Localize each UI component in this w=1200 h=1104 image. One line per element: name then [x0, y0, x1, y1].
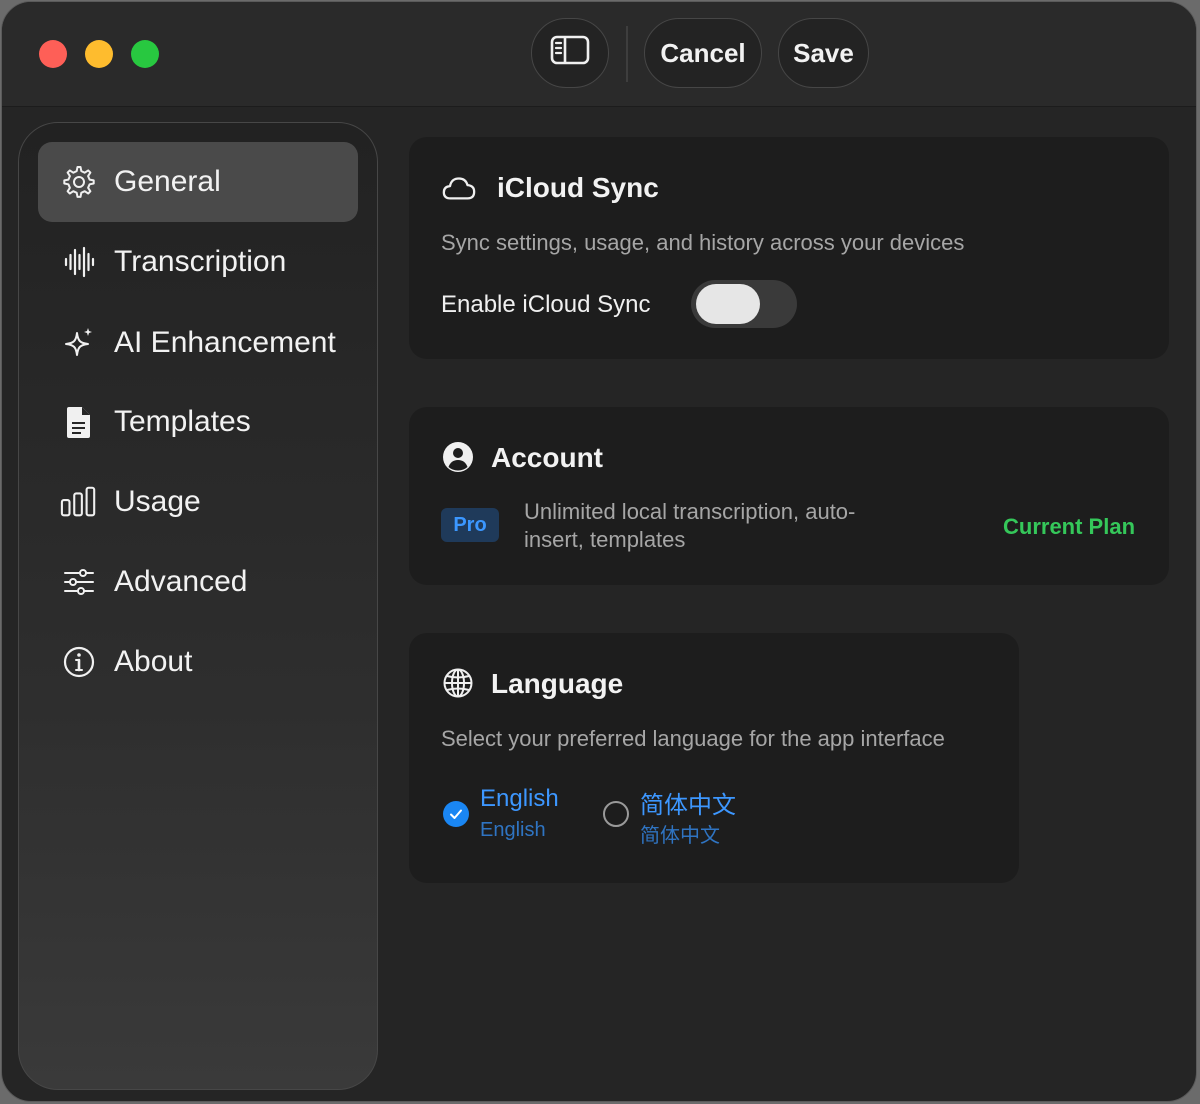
toggle-knob: [696, 284, 760, 324]
person-circle-icon: [440, 439, 476, 475]
sidebar-item-label: Templates: [114, 405, 251, 438]
sidebar-item-label: Usage: [114, 485, 201, 518]
english-label: English: [480, 785, 559, 812]
minimize-window-button[interactable]: [85, 40, 113, 68]
icloud-sync-toggle[interactable]: [691, 280, 797, 328]
english-native-label: English: [480, 819, 546, 841]
sparkles-icon: [60, 324, 98, 362]
document-icon: [60, 403, 98, 441]
account-title: Account: [491, 442, 603, 473]
sidebar-item-label: Transcription: [114, 245, 287, 278]
sidebar-item-label: Advanced: [114, 565, 248, 598]
sidebar-item-general[interactable]: General: [38, 142, 358, 222]
globe-icon: [440, 665, 476, 701]
title-bar: Cancel Save: [2, 2, 1196, 107]
chinese-native-label: 简体中文: [640, 825, 720, 847]
language-title: Language: [491, 668, 624, 699]
sidebar: General Transcription AI Enhancement Tem…: [18, 122, 378, 1090]
icloud-sync-description: Sync settings, usage, and history across…: [441, 230, 965, 255]
language-description: Select your preferred language for the a…: [441, 726, 945, 751]
english-radio[interactable]: [443, 801, 469, 827]
chinese-radio[interactable]: [603, 801, 629, 827]
pro-badge: Pro: [441, 508, 499, 542]
sliders-icon: [60, 563, 98, 601]
toggle-sidebar-button[interactable]: [531, 18, 609, 88]
gear-icon: [60, 163, 98, 201]
plan-description-line2: insert, templates: [524, 527, 686, 552]
icloud-sync-card: iCloud Sync Sync settings, usage, and hi…: [409, 137, 1169, 359]
language-card: Language Select your preferred language …: [409, 633, 1019, 883]
toolbar-divider: [626, 26, 628, 82]
sidebar-item-about[interactable]: About: [38, 622, 358, 702]
settings-window: Cancel Save General Transcription AI Enh…: [1, 1, 1197, 1102]
sidebar-item-transcription[interactable]: Transcription: [38, 222, 358, 302]
sidebar-item-label: AI Enhancement: [114, 326, 336, 359]
checkmark-icon: [450, 809, 462, 819]
icloud-sync-toggle-label: Enable iCloud Sync: [441, 291, 651, 318]
sidebar-item-label: About: [114, 645, 193, 678]
save-button[interactable]: Save: [778, 18, 869, 88]
zoom-window-button[interactable]: [131, 40, 159, 68]
icloud-sync-title: iCloud Sync: [497, 172, 659, 203]
plan-description-line1: Unlimited local transcription, auto-: [524, 499, 856, 524]
sidebar-item-templates[interactable]: Templates: [38, 382, 358, 462]
account-card: Account Pro Unlimited local transcriptio…: [409, 407, 1169, 585]
waveform-icon: [60, 243, 98, 281]
sidebar-icon: [550, 35, 590, 72]
close-window-button[interactable]: [39, 40, 67, 68]
bar-chart-icon: [60, 483, 98, 521]
current-plan-label: Current Plan: [1003, 514, 1136, 539]
sidebar-item-usage[interactable]: Usage: [38, 462, 358, 542]
cancel-button[interactable]: Cancel: [644, 18, 762, 88]
chinese-label: 简体中文: [640, 792, 736, 819]
info-icon: [60, 643, 98, 681]
cloud-icon: [441, 170, 477, 206]
sidebar-item-label: General: [114, 165, 221, 198]
sidebar-item-ai-enhancement[interactable]: AI Enhancement: [38, 303, 358, 383]
sidebar-item-advanced[interactable]: Advanced: [38, 542, 358, 622]
